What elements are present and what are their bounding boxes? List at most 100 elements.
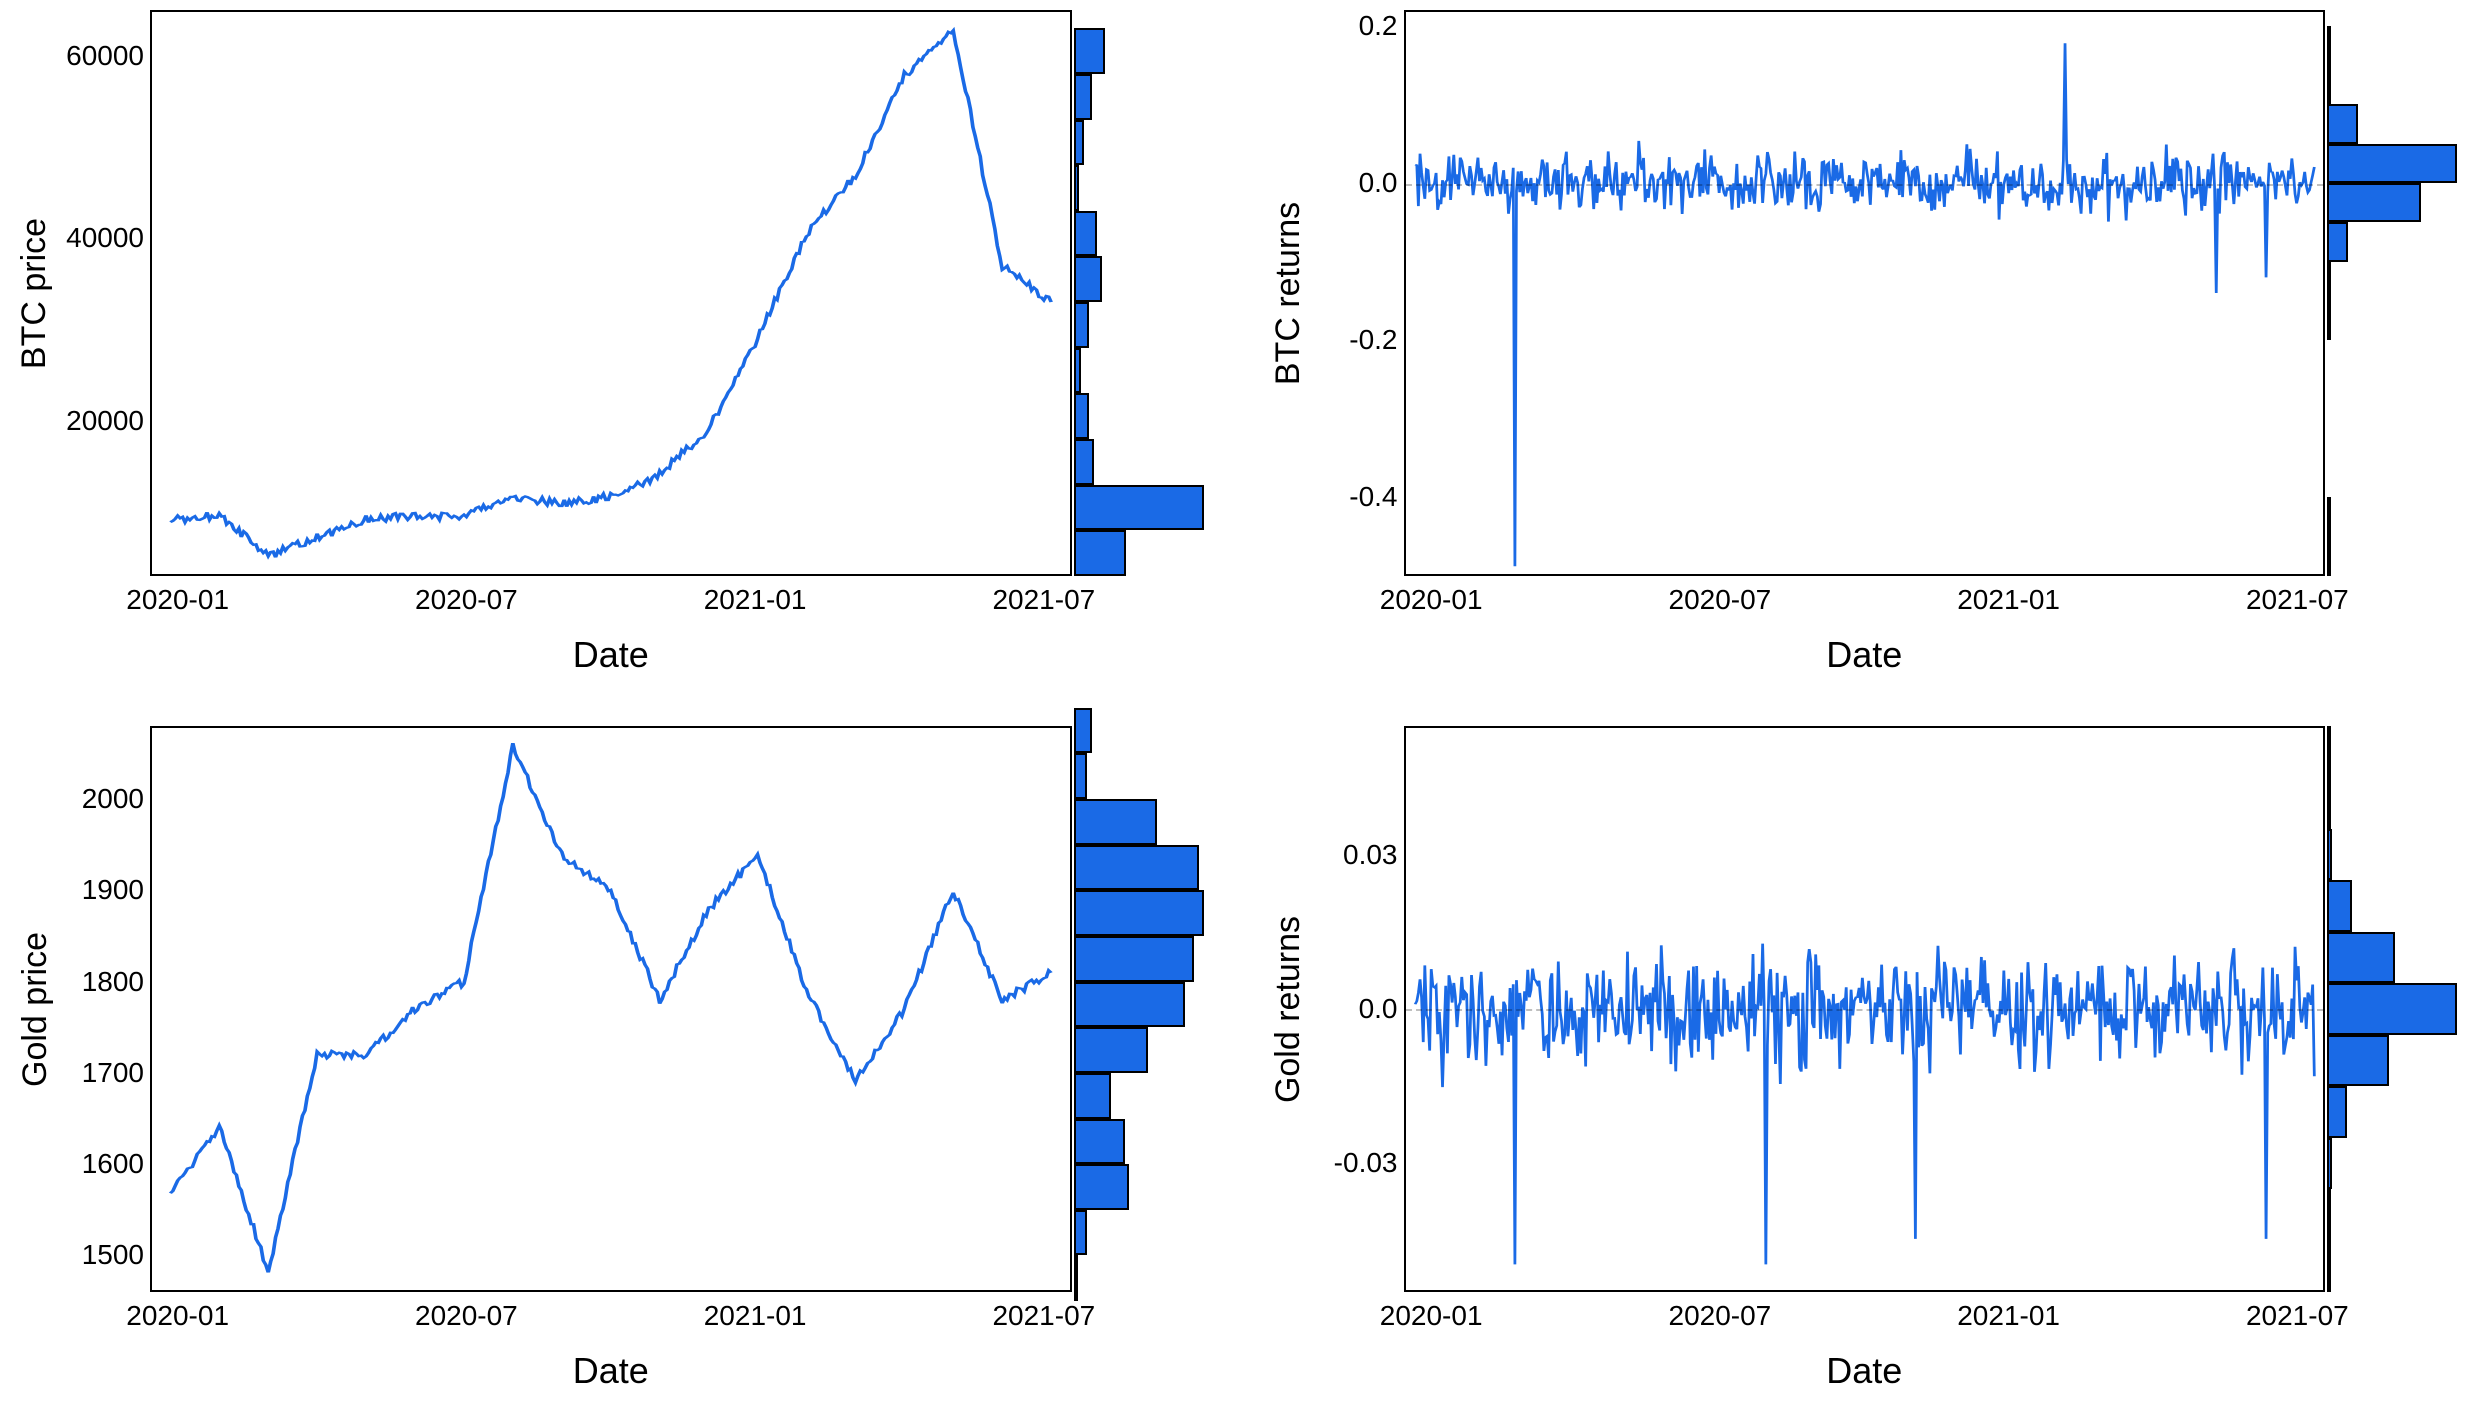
hist-bar — [2327, 1138, 2332, 1189]
y-tick: 1700 — [54, 1057, 144, 1089]
y-tick: 2000 — [54, 783, 144, 815]
hist-bar — [2327, 65, 2331, 104]
x-ticks: 2020-012020-072021-012021-07 — [1404, 576, 2326, 620]
zero-baseline — [1406, 184, 2324, 186]
hist-bar — [2327, 777, 2331, 828]
y-ticks: -0.4-0.20.00.2 — [1314, 10, 1404, 576]
marginal-histogram — [2327, 10, 2457, 576]
marginal-histogram — [1074, 10, 1204, 576]
hist-bar — [1074, 1255, 1079, 1301]
hist-bar — [1074, 1164, 1130, 1210]
x-tick: 2020-01 — [126, 1300, 229, 1332]
x-tick: 2020-01 — [1380, 1300, 1483, 1332]
hist-bar — [2327, 829, 2332, 880]
x-tick: 2020-01 — [126, 584, 229, 616]
panel-btc-price: BTC price 20000 40000 60000 2020-012020-07… — [10, 10, 1204, 696]
x-tick: 2021-01 — [704, 584, 807, 616]
x-tick: 2021-01 — [1957, 584, 2060, 616]
x-tick: 2020-01 — [1380, 584, 1483, 616]
y-tick: 1900 — [54, 874, 144, 906]
hist-bar — [1074, 302, 1090, 348]
y-ticks: -0.030.00.03 — [1314, 726, 1404, 1292]
y-tick: 0.0 — [1308, 993, 1398, 1025]
y-tick: 60000 — [54, 40, 144, 72]
hist-bar — [1074, 936, 1195, 982]
x-tick: 2020-07 — [1668, 1300, 1771, 1332]
hist-bar — [1074, 799, 1158, 845]
hist-bar — [2327, 104, 2358, 143]
x-ticks: 2020-012020-072021-012021-07 — [150, 576, 1072, 620]
hist-bar — [1074, 1027, 1148, 1073]
hist-bar — [1074, 530, 1126, 576]
hist-bar — [2327, 144, 2457, 183]
hist-bar — [1074, 211, 1097, 257]
y-tick: 0.03 — [1308, 839, 1398, 871]
hist-bar — [1074, 890, 1204, 936]
hist-bar — [2327, 183, 2421, 222]
x-tick: 2021-07 — [992, 584, 1095, 616]
hist-bar — [1074, 256, 1103, 302]
plot-area — [150, 10, 1072, 576]
ylabel: BTC price — [10, 10, 60, 576]
x-tick: 2020-07 — [1668, 584, 1771, 616]
hist-bar — [1074, 165, 1079, 211]
y-tick: 1800 — [54, 966, 144, 998]
hist-bar — [1074, 120, 1084, 166]
marginal-histogram — [2327, 726, 2457, 1292]
x-tick: 2021-07 — [2246, 584, 2349, 616]
hist-bar — [2327, 932, 2395, 983]
hist-bar — [2327, 983, 2457, 1034]
hist-bar — [1074, 1210, 1088, 1256]
hist-bar — [2327, 1241, 2331, 1292]
x-tick: 2021-07 — [992, 1300, 1095, 1332]
plot-area — [1404, 726, 2326, 1292]
hist-bar — [2327, 1189, 2331, 1240]
panel-gold-price: Gold price 150016001700180019002000 2020… — [10, 726, 1204, 1412]
line-series — [1406, 12, 2324, 574]
x-tick: 2020-07 — [415, 1300, 518, 1332]
marginal-histogram — [1074, 726, 1204, 1292]
ylabel: Gold price — [10, 726, 60, 1292]
hist-bar — [2327, 1035, 2389, 1086]
y-ticks: 150016001700180019002000 — [60, 726, 150, 1292]
hist-bar — [1074, 982, 1185, 1028]
x-ticks: 2020-012020-072021-012021-07 — [150, 1292, 1072, 1336]
y-tick: -0.4 — [1308, 481, 1398, 513]
line-series — [152, 12, 1070, 574]
panel-btc-returns: BTC returns -0.4-0.20.00.2 2020-01 2020-0… — [1264, 10, 2458, 696]
x-tick: 2021-07 — [2246, 1300, 2349, 1332]
ylabel: BTC returns — [1264, 10, 1314, 576]
ylabel: Gold returns — [1264, 726, 1314, 1292]
line-series — [152, 728, 1070, 1290]
hist-bar — [2327, 497, 2331, 576]
chart-grid: BTC price 200004000060000 2020-012020-07… — [0, 0, 2477, 1422]
hist-bar — [1074, 485, 1204, 531]
plot-area — [1404, 10, 2326, 576]
hist-bar — [1074, 348, 1082, 394]
xlabel: Date — [150, 634, 1072, 676]
hist-bar — [2327, 26, 2331, 65]
hist-bar — [2327, 726, 2331, 777]
hist-bar — [1074, 753, 1088, 799]
y-tick: 0.0 — [1308, 167, 1398, 199]
xlabel: Date — [1404, 1350, 2326, 1392]
x-ticks: 2020-012020-072021-012021-07 — [1404, 1292, 2326, 1336]
panel-gold-returns: Gold returns -0.030.00.03 2020-01 2020-07… — [1264, 726, 2458, 1412]
hist-bar — [2327, 262, 2331, 341]
x-tick: 2021-01 — [1957, 1300, 2060, 1332]
plot-area — [150, 726, 1072, 1292]
hist-bar — [1074, 708, 1093, 754]
y-tick: 1500 — [54, 1239, 144, 1271]
hist-bar — [1074, 439, 1095, 485]
y-tick: 20000 — [54, 405, 144, 437]
hist-bar — [2327, 880, 2352, 931]
hist-bar — [1074, 845, 1199, 891]
x-tick: 2021-01 — [704, 1300, 807, 1332]
hist-bar — [1074, 74, 1092, 120]
y-tick: 1600 — [54, 1148, 144, 1180]
hist-bar — [1074, 1073, 1111, 1119]
hist-bar — [1074, 393, 1090, 439]
y-tick: 40000 — [54, 222, 144, 254]
hist-bar — [1074, 1119, 1125, 1165]
y-tick: 0.2 — [1308, 10, 1398, 42]
